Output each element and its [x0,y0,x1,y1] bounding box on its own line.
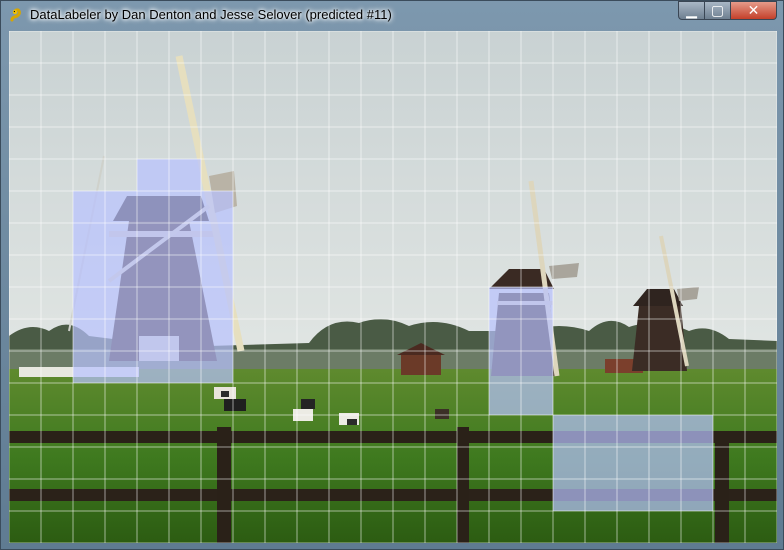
window-title: DataLabeler by Dan Denton and Jesse Selo… [30,7,392,22]
app-window: DataLabeler by Dan Denton and Jesse Selo… [0,0,784,550]
close-button[interactable]: ✕ [731,1,777,20]
minimize-button[interactable]: ▁ [678,1,705,20]
title-bar[interactable]: DataLabeler by Dan Denton and Jesse Selo… [1,1,783,29]
labeling-canvas[interactable] [9,31,777,543]
labeling-grid[interactable] [9,31,777,543]
snake-app-icon [9,7,25,23]
close-icon: ✕ [747,2,760,19]
minimize-icon: ▁ [686,2,697,19]
maximize-icon: ▢ [710,2,725,19]
maximize-button[interactable]: ▢ [705,1,731,20]
